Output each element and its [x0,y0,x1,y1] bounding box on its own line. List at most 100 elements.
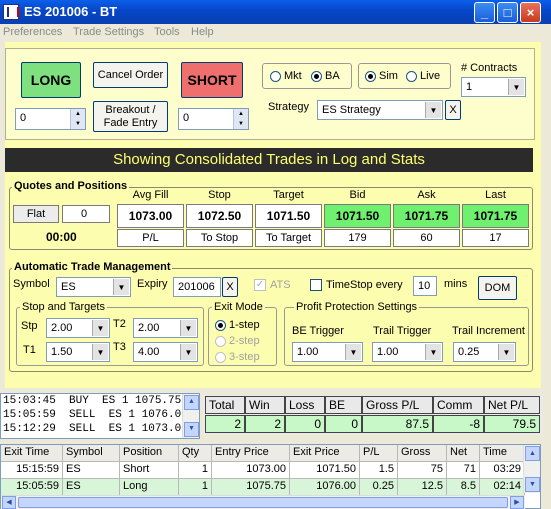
trail-increment-select[interactable]: 0.25 ▼ [453,342,516,362]
table-cell: 1076.00 [290,479,360,496]
column-header[interactable]: Symbol [63,445,120,462]
last-value: 1071.75 [462,204,529,228]
timestop-checkbox[interactable]: TimeStop every [310,279,403,291]
column-header[interactable]: Exit Time [1,445,63,462]
chevron-down-icon[interactable]: ▼ [425,102,441,118]
ats-checkbox[interactable]: ✓ ATS [254,279,291,291]
scroll-up-icon[interactable]: ▲ [184,395,199,410]
close-button[interactable]: × [520,2,541,23]
trades-grid[interactable]: Exit Time Symbol Position Qty Entry Pric… [0,444,541,509]
column-header[interactable]: Net [447,445,480,462]
strategy-select[interactable]: ES Strategy ▼ [317,100,443,120]
radio-selected-icon [365,70,376,82]
short-button[interactable]: SHORT [181,62,243,98]
radio-selected-icon [215,319,226,331]
stats-value: -8 [433,415,484,433]
chevron-down-icon[interactable]: ▼ [180,344,196,360]
column-header[interactable]: Qty [179,445,212,462]
table-row[interactable]: 15:15:59 ES Short 1 1073.00 1071.50 1.5 … [1,462,525,479]
live-radio[interactable]: Live [406,70,440,82]
short-qty-stepper[interactable]: 0 ▲ ▼ [178,108,249,130]
trade-log[interactable]: 15:03:45 BUY ES 1 1075.75 15:05:59 SELL … [0,393,200,439]
long-qty-stepper[interactable]: 0 ▲ ▼ [15,108,86,130]
to-target-label: To Target [255,229,322,247]
column-header[interactable]: Gross [398,445,447,462]
maximize-button[interactable]: □ [497,2,518,23]
radio-selected-icon [311,70,322,82]
column-header[interactable]: Time [480,445,525,462]
column-header[interactable]: Position [120,445,179,462]
contracts-label: # Contracts [461,62,518,74]
table-row[interactable]: 15:05:59 ES Long 1 1075.75 1076.00 0.25 … [1,479,525,496]
spin-up-icon[interactable]: ▲ [70,109,85,119]
timestop-minutes-field[interactable]: 10 [413,276,437,296]
chevron-down-icon[interactable]: ▼ [113,279,129,295]
chevron-down-icon[interactable]: ▼ [92,320,108,336]
fade-entry-label: Fade Entry [103,117,158,129]
radio-icon [406,70,417,82]
menu-tools[interactable]: Tools [154,26,180,38]
stp-value: 2.00 [51,322,73,334]
be-trigger-value: 1.00 [297,346,319,358]
scroll-left-icon[interactable]: ◀ [2,496,16,509]
trades-vertical-scrollbar[interactable]: ▲ ▼ [523,445,540,493]
t1-select[interactable]: 1.50 ▼ [46,342,110,362]
column-header[interactable]: P/L [360,445,398,462]
to-stop-label: To Stop [186,229,253,247]
minimize-button[interactable]: _ [474,2,495,23]
chevron-down-icon[interactable]: ▼ [498,344,514,360]
scroll-thumb[interactable] [18,497,508,508]
scroll-up-icon[interactable]: ▲ [525,446,540,461]
pl-label: P/L [117,229,184,247]
chevron-down-icon[interactable]: ▼ [508,79,524,95]
table-cell: Short [120,462,179,479]
strategy-label: Strategy [268,101,309,113]
scroll-down-icon[interactable]: ▼ [525,477,540,492]
table-cell: 03:29 [480,462,525,479]
t3-select[interactable]: 4.00 ▼ [133,342,198,362]
window-title: ES 201006 - BT [24,4,118,19]
stats-value: 2 [205,415,245,433]
be-trigger-select[interactable]: 1.00 ▼ [292,342,363,362]
table-cell: 1.5 [360,462,398,479]
stp-select[interactable]: 2.00 ▼ [46,318,110,338]
dom-button[interactable]: DOM [478,276,517,300]
menu-trade-settings[interactable]: Trade Settings [73,26,144,38]
t3-label: T3 [113,341,126,353]
contracts-select[interactable]: 1 ▼ [461,77,526,97]
trail-trigger-select[interactable]: 1.00 ▼ [372,342,443,362]
sim-radio[interactable]: Sim [365,70,398,82]
menu-preferences[interactable]: Preferences [3,26,62,38]
spin-down-icon[interactable]: ▼ [70,119,85,129]
breakout-fade-entry-button[interactable]: Breakout / Fade Entry [93,101,168,132]
t2-select[interactable]: 2.00 ▼ [133,318,198,338]
log-scrollbar[interactable]: ▲ ▼ [182,394,199,438]
stats-header: Loss [285,396,325,414]
expiry-clear-button[interactable]: X [222,277,238,297]
timestop-value: 10 [418,280,431,292]
mkt-radio[interactable]: Mkt [270,70,302,82]
ba-radio[interactable]: BA [311,70,340,82]
scroll-down-icon[interactable]: ▼ [184,422,199,437]
chevron-down-icon[interactable]: ▼ [425,344,441,360]
app-icon[interactable] [3,4,19,20]
menu-help[interactable]: Help [191,26,214,38]
exit-1-step-radio[interactable]: 1-step [215,319,260,331]
long-button[interactable]: LONG [21,62,81,98]
strategy-clear-button[interactable]: X [445,100,461,120]
chevron-down-icon[interactable]: ▼ [345,344,361,360]
exit-2-step-radio[interactable]: 2-step [215,335,260,347]
expiry-field[interactable]: 201006 [173,277,221,297]
scroll-right-icon[interactable]: ▶ [510,496,524,509]
trades-horizontal-scrollbar[interactable]: ◀ ▶ [1,495,525,509]
column-header[interactable]: Exit Price [290,445,360,462]
stats-header: Total [205,396,245,414]
cancel-order-button[interactable]: Cancel Order [93,62,168,88]
spin-down-icon[interactable]: ▼ [233,119,248,129]
chevron-down-icon[interactable]: ▼ [92,344,108,360]
spin-up-icon[interactable]: ▲ [233,109,248,119]
column-header[interactable]: Entry Price [212,445,290,462]
chevron-down-icon[interactable]: ▼ [180,320,196,336]
symbol-select[interactable]: ES ▼ [56,277,131,297]
exit-3-step-radio[interactable]: 3-step [215,351,260,363]
